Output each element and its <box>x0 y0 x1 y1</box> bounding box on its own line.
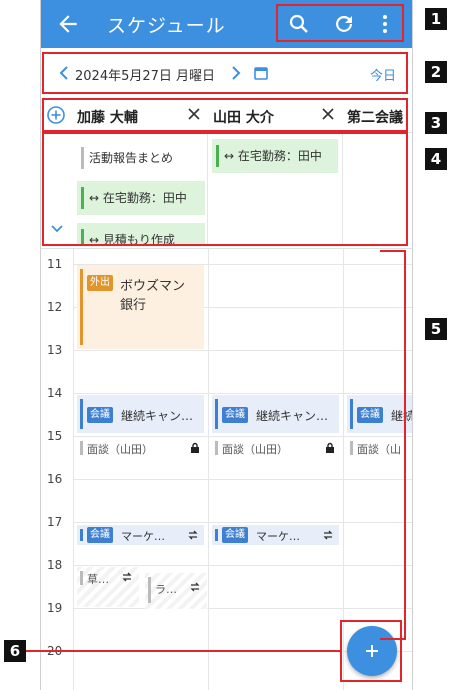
callout-number: 1 <box>425 8 447 30</box>
repeat-icon <box>323 530 333 540</box>
callout-leader-5 <box>404 250 406 640</box>
hour-label: 19 <box>47 601 63 615</box>
event-tag: 会議 <box>222 527 248 543</box>
event-meeting[interactable]: 会議 継続 <box>347 395 412 433</box>
repeat-icon <box>188 530 198 540</box>
hour-label: 14 <box>47 386 63 400</box>
callout-number: 3 <box>425 112 447 134</box>
callout-box-1 <box>276 4 404 42</box>
event-tag: 会議 <box>87 527 113 543</box>
event-tag: 会議 <box>87 407 113 423</box>
callout-box-2 <box>42 52 408 94</box>
event-title: 草… <box>87 573 109 586</box>
event-title: 面談（山田） <box>222 443 288 456</box>
event-title: マーケ… <box>256 530 300 543</box>
event-title-line2: 銀行 <box>120 298 147 313</box>
event-title: 継続 <box>391 409 412 423</box>
callout-box-4 <box>42 132 408 246</box>
event-mendan[interactable]: 面談（山 <box>347 437 412 459</box>
hour-label: 18 <box>47 558 63 572</box>
hour-label: 11 <box>47 257 63 271</box>
callout-number: 5 <box>425 318 447 340</box>
event-tag: 外出 <box>87 275 113 291</box>
event-marketing[interactable]: 会議 マーケ… <box>212 525 339 545</box>
event-title: ラ… <box>155 583 177 596</box>
lock-icon <box>326 442 334 453</box>
event-short[interactable]: 草… <box>77 567 139 607</box>
lock-icon <box>191 442 199 453</box>
event-title: 面談（山田） <box>87 443 153 456</box>
callout-number: 2 <box>425 61 447 83</box>
screen-title: スケジュール <box>107 15 226 37</box>
callout-leader-6 <box>24 650 340 652</box>
back-arrow-icon[interactable] <box>55 11 81 37</box>
callout-number: 6 <box>4 640 26 662</box>
event-marketing[interactable]: 会議 マーケ… <box>77 525 204 545</box>
repeat-icon <box>190 582 200 592</box>
event-title: 面談（山 <box>357 443 401 456</box>
callout-number: 4 <box>425 148 447 170</box>
event-short[interactable]: ラ… <box>145 573 207 609</box>
hour-label: 12 <box>47 300 63 314</box>
event-tag: 会議 <box>357 407 383 423</box>
event-meeting[interactable]: 会議 継続キャン… <box>212 395 339 433</box>
event-title: 継続キャン… <box>121 409 194 423</box>
event-title: 継続キャン… <box>256 409 329 423</box>
event-title: ボウズマン <box>120 279 186 294</box>
callout-leader-5 <box>380 250 406 252</box>
event-title: マーケ… <box>121 530 165 543</box>
event-meeting[interactable]: 会議 継続キャン… <box>77 395 204 433</box>
hour-label: 17 <box>47 515 63 529</box>
event-mendan[interactable]: 面談（山田） <box>212 437 339 459</box>
event-mendan[interactable]: 面談（山田） <box>77 437 204 459</box>
repeat-icon <box>122 572 132 582</box>
hour-label: 15 <box>47 429 63 443</box>
callout-box-3 <box>42 98 408 132</box>
hour-label: 13 <box>47 343 63 357</box>
event-tag: 会議 <box>222 407 248 423</box>
callout-box-6 <box>340 620 402 682</box>
hour-label: 16 <box>47 472 63 486</box>
event-gaishutsu[interactable]: 外出 ボウズマン 銀行 <box>77 265 204 349</box>
